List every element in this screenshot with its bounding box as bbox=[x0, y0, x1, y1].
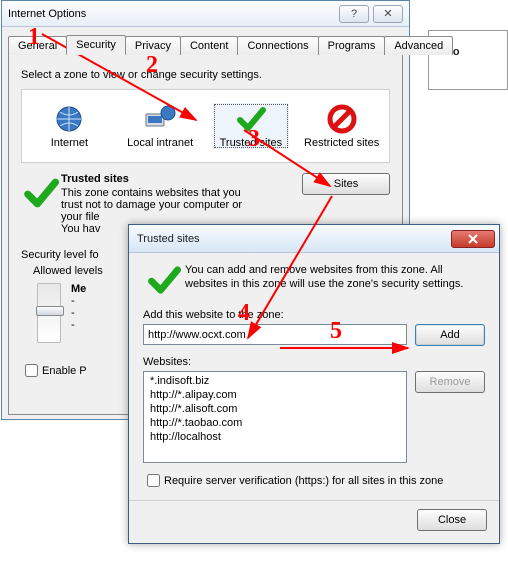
tab-connections[interactable]: Connections bbox=[237, 36, 318, 55]
trusted-sites-title: Trusted sites bbox=[137, 233, 200, 245]
checkmark-icon bbox=[143, 263, 185, 297]
enable-protected-checkbox[interactable] bbox=[25, 364, 38, 377]
trusted-heading: Trusted sites bbox=[61, 173, 294, 185]
zone-local-intranet-label: Local intranet bbox=[122, 137, 198, 149]
remove-button[interactable]: Remove bbox=[415, 371, 485, 393]
level-name: Me bbox=[71, 283, 86, 295]
tab-security[interactable]: Security bbox=[66, 35, 126, 55]
list-item[interactable]: http://*.alisoft.com bbox=[144, 402, 406, 416]
zone-prompt: Select a zone to view or change security… bbox=[21, 69, 390, 81]
tab-programs[interactable]: Programs bbox=[318, 36, 386, 55]
require-https-label: Require server verification (https:) for… bbox=[164, 475, 443, 487]
tab-content[interactable]: Content bbox=[180, 36, 239, 55]
internet-options-title: Internet Options bbox=[8, 8, 86, 20]
close-button[interactable]: ✕ bbox=[373, 5, 403, 23]
zone-internet-label: Internet bbox=[31, 137, 107, 149]
zone-internet[interactable]: Internet bbox=[31, 103, 107, 149]
annotation-1: 1 bbox=[28, 24, 40, 51]
sites-button[interactable]: Sites bbox=[302, 173, 390, 195]
require-https-checkbox[interactable] bbox=[147, 474, 160, 487]
trusted-desc-2: trust not to damage your computer or bbox=[61, 199, 294, 211]
list-item[interactable]: http://*.alipay.com bbox=[144, 388, 406, 402]
trusted-sites-intro-text: You can add and remove websites from thi… bbox=[185, 263, 485, 297]
close-button[interactable]: Close bbox=[417, 509, 487, 531]
zone-list: Internet Local intranet Trusted sites Re… bbox=[21, 89, 390, 163]
security-level-slider[interactable] bbox=[37, 283, 61, 343]
add-button[interactable]: Add bbox=[415, 324, 485, 346]
trusted-sites-titlebar[interactable]: Trusted sites bbox=[129, 225, 499, 253]
close-icon: ✕ bbox=[383, 7, 392, 20]
enable-protected-label: Enable P bbox=[42, 365, 87, 377]
add-website-label: Add this website to the zone: bbox=[143, 309, 485, 321]
zone-local-intranet[interactable]: Local intranet bbox=[122, 103, 198, 149]
trusted-sites-dialog: Trusted sites You can add and remove web… bbox=[128, 224, 500, 544]
level-dash-3: - bbox=[71, 319, 86, 331]
annotation-4: 4 bbox=[238, 300, 250, 327]
trusted-desc-1: This zone contains websites that you bbox=[61, 187, 294, 199]
level-dash-1: - bbox=[71, 295, 86, 307]
annotation-2: 2 bbox=[146, 52, 158, 79]
annotation-3: 3 bbox=[248, 126, 260, 153]
help-button[interactable]: ? bbox=[339, 5, 369, 23]
list-item[interactable]: http://localhost bbox=[144, 430, 406, 444]
add-website-input[interactable] bbox=[143, 324, 407, 345]
websites-label: Websites: bbox=[143, 356, 485, 368]
close-icon bbox=[468, 234, 478, 244]
websites-listbox[interactable]: *.indisoft.biz http://*.alipay.com http:… bbox=[143, 371, 407, 463]
prohibited-icon bbox=[326, 103, 358, 135]
list-item[interactable]: *.indisoft.biz bbox=[144, 374, 406, 388]
slider-thumb[interactable] bbox=[36, 306, 64, 316]
internet-options-titlebar[interactable]: Internet Options ? ✕ bbox=[2, 1, 409, 27]
trusted-sites-close-button[interactable] bbox=[451, 230, 495, 248]
level-dash-2: - bbox=[71, 307, 86, 319]
tab-strip: General Security Privacy Content Connect… bbox=[8, 33, 403, 55]
list-item[interactable]: http://*.taobao.com bbox=[144, 416, 406, 430]
checkmark-large-icon bbox=[21, 173, 61, 235]
trusted-desc-3: your file bbox=[61, 211, 294, 223]
annotation-5: 5 bbox=[330, 318, 342, 345]
tab-advanced[interactable]: Advanced bbox=[384, 36, 453, 55]
help-icon: ? bbox=[351, 8, 357, 20]
zone-restricted-sites-label: Restricted sites bbox=[304, 137, 380, 149]
globe-icon bbox=[53, 103, 85, 135]
zone-restricted-sites[interactable]: Restricted sites bbox=[304, 103, 380, 149]
computer-globe-icon bbox=[144, 103, 176, 135]
trusted-sites-intro: You can add and remove websites from thi… bbox=[143, 263, 485, 297]
